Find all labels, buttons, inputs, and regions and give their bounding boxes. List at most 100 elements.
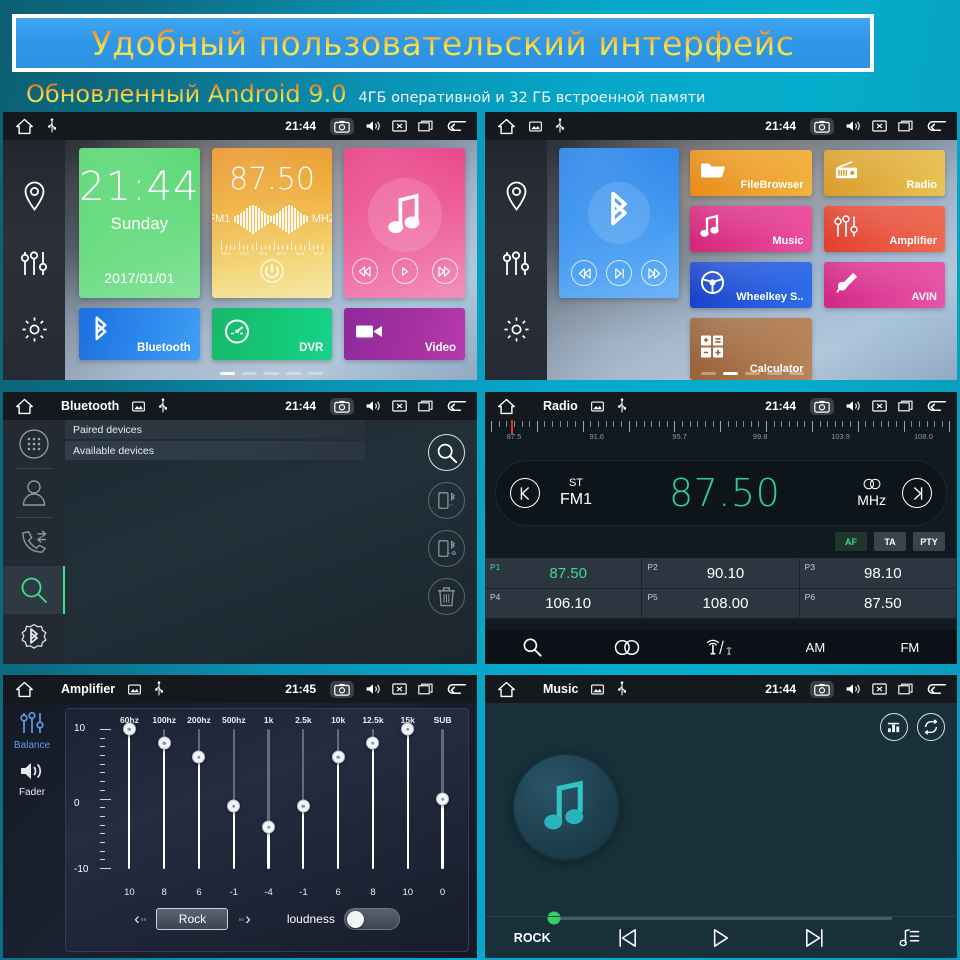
tile-dvr[interactable]: DVR: [211, 308, 333, 360]
eq-slider[interactable]: [286, 725, 321, 885]
playlist-button[interactable]: [863, 928, 957, 948]
prev-preset-button[interactable]: ‹ ◦◦: [134, 909, 146, 929]
back-icon[interactable]: [445, 119, 467, 133]
ta-button[interactable]: TA: [874, 532, 906, 551]
sidebar-item-call-history[interactable]: [3, 518, 65, 566]
home-icon[interactable]: [497, 118, 516, 135]
am-band-button[interactable]: AM: [768, 640, 862, 655]
camera-icon[interactable]: [330, 680, 354, 698]
tile-video[interactable]: Video: [344, 308, 466, 360]
af-button[interactable]: AF: [835, 532, 867, 551]
camera-icon[interactable]: [810, 680, 834, 698]
camera-icon[interactable]: [330, 397, 354, 415]
eq-slider[interactable]: [112, 722, 147, 885]
eq-slider[interactable]: [216, 725, 251, 885]
previous-track-button[interactable]: [579, 928, 673, 948]
prev-button[interactable]: [351, 258, 378, 284]
eq-slider[interactable]: [356, 725, 391, 885]
volume-icon[interactable]: [365, 682, 381, 696]
tile-bluetooth-large[interactable]: [559, 148, 679, 298]
close-icon[interactable]: [392, 399, 407, 413]
page-dot[interactable]: [766, 372, 782, 375]
eq-slider[interactable]: [251, 725, 286, 885]
next-preset-button[interactable]: ◦◦ ›: [238, 909, 250, 929]
recents-icon[interactable]: [898, 119, 914, 133]
seek-down-button[interactable]: [510, 478, 540, 508]
close-icon[interactable]: [872, 682, 887, 696]
loc-dx-button[interactable]: [674, 637, 768, 657]
frequency-scale[interactable]: 87.5 91.6 95.7 99.8 103.9 108.0: [485, 420, 957, 452]
play-button[interactable]: [391, 258, 418, 284]
home-icon[interactable]: [15, 118, 34, 135]
home-icon[interactable]: [497, 681, 516, 698]
list-item-available[interactable]: Available devices: [65, 441, 365, 460]
eq-slider-knob[interactable]: [192, 750, 206, 764]
app-filebrowser[interactable]: FileBrowser: [690, 150, 812, 196]
eq-preset-name[interactable]: Rock: [156, 908, 229, 930]
pty-button[interactable]: PTY: [913, 532, 945, 551]
back-icon[interactable]: [445, 399, 467, 413]
equalizer-button[interactable]: [880, 713, 908, 741]
tile-radio-power[interactable]: [212, 258, 333, 284]
preset-p2[interactable]: P2 90.10: [642, 559, 800, 589]
seek-up-button[interactable]: [902, 478, 932, 508]
recents-icon[interactable]: [898, 682, 914, 696]
next-button[interactable]: [641, 260, 667, 286]
page-dot[interactable]: [722, 372, 738, 375]
sidebar-item-dialpad[interactable]: [3, 420, 65, 468]
app-wheelkey[interactable]: Wheelkey S..: [690, 262, 812, 308]
close-icon[interactable]: [872, 399, 887, 413]
page-dot[interactable]: [263, 372, 279, 375]
search-devices-button[interactable]: [428, 434, 465, 471]
eq-slider-knob[interactable]: [157, 736, 171, 750]
preset-p3[interactable]: P3 98.10: [799, 559, 957, 589]
recents-icon[interactable]: [418, 682, 434, 696]
volume-icon[interactable]: [365, 119, 381, 133]
eq-slider-knob[interactable]: [227, 799, 241, 813]
close-icon[interactable]: [392, 682, 407, 696]
recents-icon[interactable]: [418, 119, 434, 133]
close-icon[interactable]: [392, 119, 407, 133]
recents-icon[interactable]: [418, 399, 434, 413]
app-calculator[interactable]: Calculator: [690, 318, 812, 380]
close-icon[interactable]: [872, 119, 887, 133]
balance-sliders-icon[interactable]: [19, 711, 45, 735]
play-pause-button[interactable]: [606, 260, 632, 286]
sidebar-item-contacts[interactable]: [3, 469, 65, 517]
eq-slider-knob[interactable]: [401, 722, 415, 736]
eq-slider[interactable]: [182, 725, 217, 885]
eq-slider[interactable]: [147, 725, 182, 885]
connect-media-button[interactable]: [428, 482, 465, 519]
scan-button[interactable]: [485, 637, 579, 657]
volume-icon[interactable]: [845, 119, 861, 133]
sidebar-item-search[interactable]: [3, 566, 65, 614]
eq-slider-knob[interactable]: [296, 799, 310, 813]
eq-slider-knob[interactable]: [366, 736, 380, 750]
eq-slider-knob[interactable]: [262, 820, 276, 834]
camera-icon[interactable]: [810, 397, 834, 415]
eq-slider-knob[interactable]: [331, 750, 345, 764]
page-indicator[interactable]: [65, 372, 477, 375]
settings-gear-icon[interactable]: [21, 316, 48, 343]
page-indicator[interactable]: [547, 372, 957, 375]
tile-bluetooth[interactable]: Bluetooth: [79, 308, 200, 360]
next-button[interactable]: [431, 258, 458, 284]
page-dot[interactable]: [285, 372, 301, 375]
eq-slider-knob[interactable]: [436, 792, 450, 806]
page-dot[interactable]: [700, 372, 716, 375]
power-icon[interactable]: [259, 258, 285, 284]
navigation-pin-icon[interactable]: [22, 181, 47, 212]
app-avin[interactable]: AVIN: [823, 262, 945, 308]
app-music[interactable]: Music: [690, 206, 812, 252]
balance-label[interactable]: Balance: [14, 740, 50, 751]
back-icon[interactable]: [925, 399, 947, 413]
tile-radio[interactable]: 87.50 FM1 MHZ 69.5 73.5 75.5 80.5 85.5 90.5: [211, 148, 333, 298]
eq-slider[interactable]: [321, 725, 356, 885]
eq-slider-knob[interactable]: [122, 722, 136, 736]
tile-music[interactable]: [344, 148, 466, 298]
home-icon[interactable]: [15, 681, 34, 698]
loudness-toggle[interactable]: [343, 908, 400, 930]
prev-button[interactable]: [571, 260, 597, 286]
list-item-paired[interactable]: Paired devices: [65, 420, 365, 439]
home-icon[interactable]: [497, 398, 516, 415]
